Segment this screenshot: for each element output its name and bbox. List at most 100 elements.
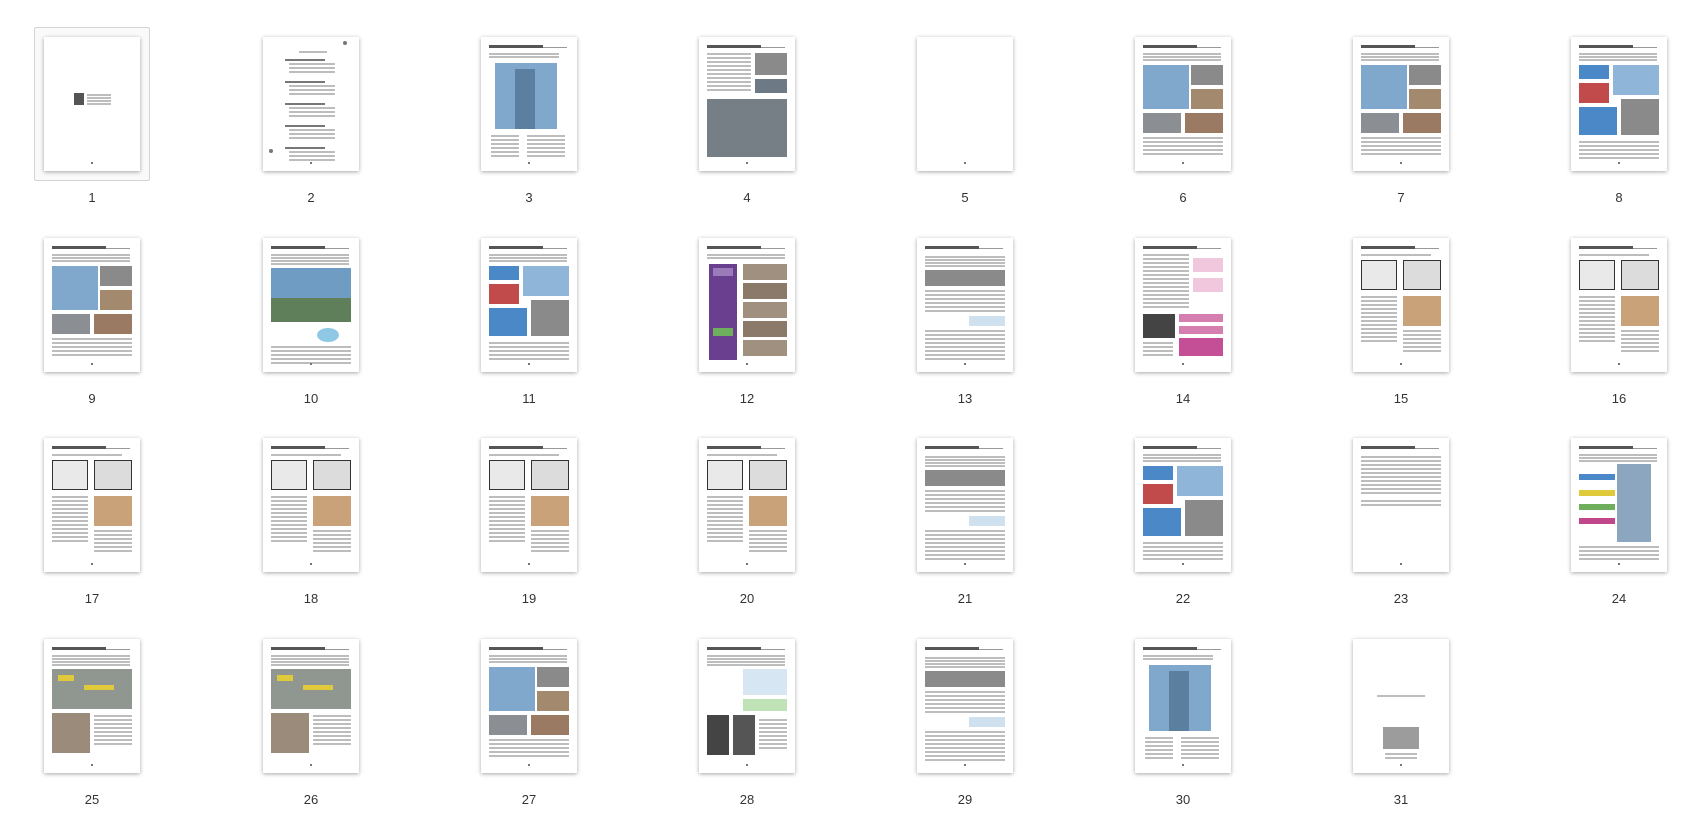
page-thumbnail[interactable]: 21 xyxy=(865,435,1065,625)
page-thumbnail-frame[interactable] xyxy=(42,636,142,776)
page-thumbnail[interactable]: 29 xyxy=(865,636,1065,826)
page-thumbnail-frame[interactable] xyxy=(1351,435,1451,575)
page-preview[interactable] xyxy=(481,238,577,372)
page-thumbnail[interactable]: 31 xyxy=(1301,636,1501,826)
page-thumbnail[interactable]: 19 xyxy=(429,435,629,625)
page-preview[interactable] xyxy=(44,37,140,171)
page-preview[interactable] xyxy=(263,238,359,372)
page-thumbnail[interactable]: 5 xyxy=(865,34,1065,224)
page-thumbnail[interactable]: 9 xyxy=(0,235,192,425)
page-thumbnail-frame[interactable] xyxy=(1351,34,1451,174)
page-thumbnail[interactable]: 8 xyxy=(1519,34,1686,224)
page-preview[interactable] xyxy=(1353,37,1449,171)
page-thumbnail-frame[interactable] xyxy=(1351,636,1451,776)
page-image xyxy=(1579,83,1609,103)
page-preview[interactable] xyxy=(917,639,1013,773)
page-preview[interactable] xyxy=(699,37,795,171)
page-thumbnail[interactable]: 6 xyxy=(1083,34,1283,224)
page-thumbnail-frame[interactable] xyxy=(261,34,361,174)
page-preview[interactable] xyxy=(1571,438,1667,572)
page-preview[interactable] xyxy=(1135,639,1231,773)
page-thumbnail-frame[interactable] xyxy=(915,435,1015,575)
page-preview[interactable] xyxy=(917,37,1013,171)
page-thumbnail[interactable]: 17 xyxy=(0,435,192,625)
page-thumbnail-frame[interactable] xyxy=(915,34,1015,174)
page-preview[interactable] xyxy=(1353,639,1449,773)
page-thumbnail[interactable]: 28 xyxy=(647,636,847,826)
page-preview[interactable] xyxy=(44,639,140,773)
page-thumbnail[interactable]: 10 xyxy=(211,235,411,425)
page-thumbnail[interactable]: 27 xyxy=(429,636,629,826)
page-thumbnail-frame[interactable] xyxy=(479,235,579,375)
page-thumbnail[interactable]: 14 xyxy=(1083,235,1283,425)
page-thumbnail[interactable]: 2 xyxy=(211,34,411,224)
page-preview[interactable] xyxy=(917,438,1013,572)
page-preview[interactable] xyxy=(44,438,140,572)
page-thumbnail-frame[interactable] xyxy=(479,636,579,776)
page-preview[interactable] xyxy=(699,238,795,372)
page-thumbnail[interactable]: 24 xyxy=(1519,435,1686,625)
page-thumbnail-frame[interactable] xyxy=(1351,235,1451,375)
page-thumbnail-frame[interactable] xyxy=(42,235,142,375)
page-thumbnail-frame[interactable] xyxy=(1133,435,1233,575)
page-thumbnail-frame[interactable] xyxy=(697,435,797,575)
page-thumbnail-frame[interactable] xyxy=(1133,34,1233,174)
page-preview[interactable] xyxy=(1135,238,1231,372)
page-thumbnail[interactable]: 30 xyxy=(1083,636,1283,826)
page-preview[interactable] xyxy=(1353,438,1449,572)
page-thumbnail[interactable]: 7 xyxy=(1301,34,1501,224)
page-preview[interactable] xyxy=(1135,37,1231,171)
page-thumbnail-frame[interactable] xyxy=(1569,435,1669,575)
page-thumbnail-frame[interactable] xyxy=(479,34,579,174)
page-thumbnail[interactable]: 15 xyxy=(1301,235,1501,425)
page-preview[interactable] xyxy=(1353,238,1449,372)
page-preview[interactable] xyxy=(699,639,795,773)
text-line xyxy=(52,520,88,522)
text-line xyxy=(271,454,341,456)
page-thumbnail-frame[interactable] xyxy=(1569,34,1669,174)
page-thumbnail[interactable]: 12 xyxy=(647,235,847,425)
page-thumbnail-frame[interactable] xyxy=(261,235,361,375)
page-thumbnail-frame[interactable] xyxy=(697,235,797,375)
page-thumbnail-frame[interactable] xyxy=(479,435,579,575)
page-thumbnail[interactable]: 26 xyxy=(211,636,411,826)
page-thumbnail[interactable]: 23 xyxy=(1301,435,1501,625)
page-preview[interactable] xyxy=(917,238,1013,372)
page-thumbnail[interactable]: 1 xyxy=(0,27,192,224)
page-number-marker xyxy=(1182,563,1184,565)
page-thumbnail-frame[interactable] xyxy=(697,34,797,174)
page-thumbnail[interactable]: 13 xyxy=(865,235,1065,425)
page-image xyxy=(100,266,132,286)
page-thumbnail[interactable]: 20 xyxy=(647,435,847,625)
page-thumbnail-frame[interactable] xyxy=(1569,235,1669,375)
page-thumbnail-frame[interactable] xyxy=(915,235,1015,375)
page-thumbnail[interactable]: 3 xyxy=(429,34,629,224)
page-preview[interactable] xyxy=(263,639,359,773)
page-thumbnail[interactable]: 18 xyxy=(211,435,411,625)
page-thumbnail-frame[interactable] xyxy=(261,636,361,776)
page-thumbnail[interactable]: 11 xyxy=(429,235,629,425)
page-thumbnail-frame[interactable] xyxy=(697,636,797,776)
text-line xyxy=(925,256,1005,258)
page-preview[interactable] xyxy=(1135,438,1231,572)
page-thumbnail-frame[interactable] xyxy=(34,27,150,181)
page-thumbnail[interactable]: 25 xyxy=(0,636,192,826)
page-thumbnail[interactable]: 4 xyxy=(647,34,847,224)
page-preview[interactable] xyxy=(263,438,359,572)
page-thumbnail-frame[interactable] xyxy=(42,435,142,575)
page-thumbnail-frame[interactable] xyxy=(1133,235,1233,375)
text-line xyxy=(1143,554,1223,556)
page-preview[interactable] xyxy=(44,238,140,372)
page-preview[interactable] xyxy=(1571,238,1667,372)
page-thumbnail-frame[interactable] xyxy=(261,435,361,575)
page-preview[interactable] xyxy=(481,438,577,572)
page-preview[interactable] xyxy=(481,37,577,171)
page-preview[interactable] xyxy=(263,37,359,171)
page-thumbnail[interactable]: 22 xyxy=(1083,435,1283,625)
page-thumbnail-frame[interactable] xyxy=(1133,636,1233,776)
page-preview[interactable] xyxy=(481,639,577,773)
page-thumbnail-frame[interactable] xyxy=(915,636,1015,776)
page-preview[interactable] xyxy=(1571,37,1667,171)
page-preview[interactable] xyxy=(699,438,795,572)
page-thumbnail[interactable]: 16 xyxy=(1519,235,1686,425)
